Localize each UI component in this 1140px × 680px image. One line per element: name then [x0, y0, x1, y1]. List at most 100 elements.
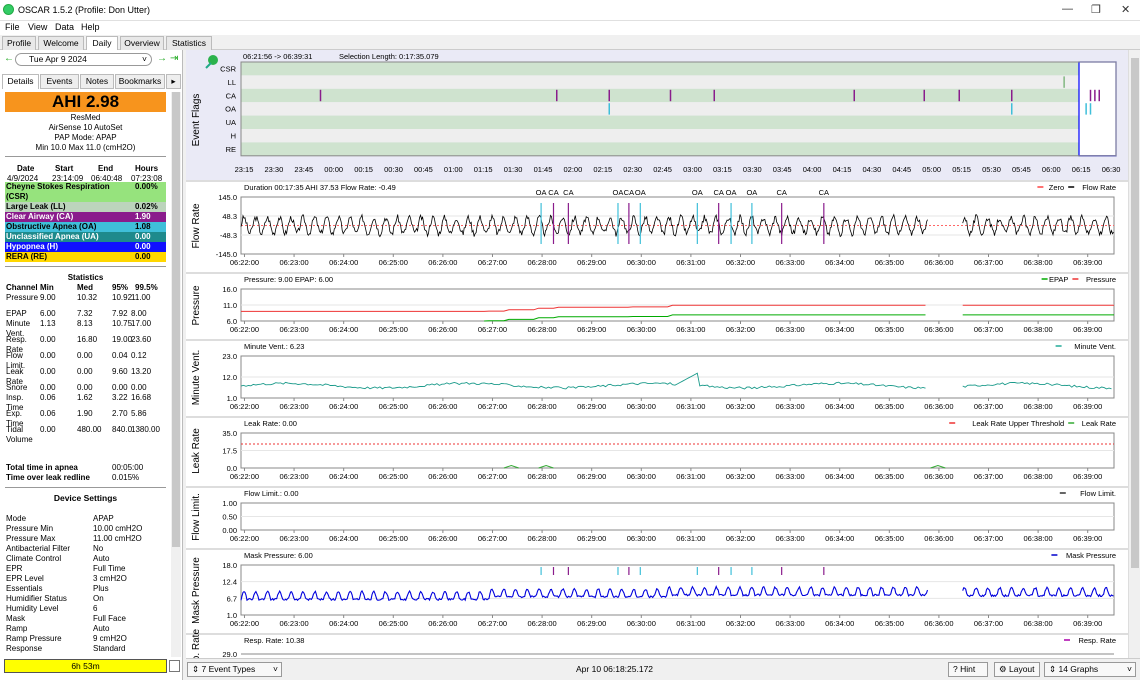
x-tick-label: 06:33:00	[775, 258, 804, 267]
date-bar: ← Tue Apr 9 2024 ˅ → ⇥	[0, 51, 183, 69]
index-row: Unclassified Apnea (UA) 0.00	[5, 232, 166, 242]
tab-statistics[interactable]: Statistics	[166, 36, 212, 50]
maximize-icon[interactable]: ❐	[1091, 3, 1101, 16]
flag-tick-label: 01:30	[504, 165, 523, 174]
legend-entry: Resp. Rate	[1078, 636, 1116, 645]
graph-ylabel: Pressure	[191, 285, 202, 325]
divider	[5, 156, 166, 157]
x-tick-label: 06:38:00	[1024, 402, 1053, 411]
x-tick-label: 06:29:00	[577, 534, 606, 543]
graph-info: Duration 00:17:35 AHI 37.53 Flow Rate: -…	[244, 183, 396, 192]
x-tick-label: 06:24:00	[329, 619, 358, 628]
y-tick-label: 12.4	[222, 578, 237, 587]
x-tick-label: 06:22:00	[230, 619, 259, 628]
layout-button[interactable]: ⚙ Layout	[994, 662, 1040, 677]
x-tick-label: 06:39:00	[1073, 534, 1102, 543]
flag-tick-label: 00:45	[414, 165, 433, 174]
x-tick-label: 06:29:00	[577, 402, 606, 411]
flag-tick-label: 01:45	[534, 165, 553, 174]
graph-info: Mask Pressure: 6.00	[244, 551, 313, 560]
last-day-icon[interactable]: ⇥	[170, 53, 178, 64]
leak-redline-row: Time over leak redline 0.015%	[6, 473, 140, 482]
main-tabs: Profile Welcome Daily Overview Statistic…	[0, 35, 1140, 50]
tab-bookmarks[interactable]: Bookmarks	[115, 74, 165, 89]
tab-daily[interactable]: Daily	[86, 36, 118, 50]
duration-bar: 6h 53m	[4, 659, 167, 673]
menu-data[interactable]: Data	[55, 22, 74, 32]
x-tick-label: 06:39:00	[1073, 472, 1102, 481]
pressure-range: Min 10.0 Max 11.0 (cmH2O)	[35, 143, 136, 152]
graph-area: Event Flags 06:21:56 -> 06:39:31 Selection…	[186, 50, 1140, 658]
ca-flag-mark	[319, 89, 322, 102]
graphs-dropdown[interactable]: ⇕ 14 Graphs ˅	[1044, 662, 1136, 677]
graph-info: Resp. Rate: 10.38	[244, 636, 304, 645]
x-tick-label: 06:32:00	[726, 619, 755, 628]
ahi-badge: AHI 2.98	[5, 92, 166, 112]
x-tick-label: 06:30:00	[627, 619, 656, 628]
flag-row-label: UA	[226, 118, 236, 127]
menu-bar: File View Data Help	[0, 21, 1140, 35]
tab-profile[interactable]: Profile	[2, 36, 36, 50]
x-tick-label: 06:34:00	[825, 402, 854, 411]
x-tick-label: 06:39:00	[1073, 619, 1102, 628]
graph-info: Leak Rate: 0.00	[244, 419, 297, 428]
x-tick-label: 06:26:00	[428, 619, 457, 628]
flag-tick-label: 04:15	[833, 165, 852, 174]
duration-toggle[interactable]	[169, 660, 180, 672]
index-row: Cheyne Stokes Respiration (CSR) 0.00%	[5, 182, 166, 202]
x-tick-label: 06:31:00	[676, 472, 705, 481]
date-picker[interactable]: Tue Apr 9 2024 ˅	[15, 53, 152, 66]
hint-button[interactable]: ? Hint	[948, 662, 988, 677]
y-tick-label: 145.0	[218, 193, 237, 202]
minimize-icon[interactable]: —	[1062, 3, 1073, 15]
next-day-icon[interactable]: →	[157, 53, 167, 64]
menu-view[interactable]: View	[28, 22, 47, 32]
x-tick-label: 06:30:00	[627, 534, 656, 543]
flag-tick-label: 00:15	[354, 165, 373, 174]
x-tick-label: 06:33:00	[775, 534, 804, 543]
y-tick-label: 35.0	[222, 429, 237, 438]
flag-tick-label: 23:45	[294, 165, 313, 174]
x-tick-label: 06:30:00	[627, 258, 656, 267]
x-tick-label: 06:31:00	[676, 619, 705, 628]
tab-details[interactable]: Details	[2, 74, 39, 89]
hint-label: Hint	[960, 664, 976, 674]
tab-events[interactable]: Events	[40, 74, 79, 89]
x-tick-label: 06:37:00	[974, 325, 1003, 334]
x-tick-label: 06:38:00	[1024, 534, 1053, 543]
event-types-dropdown[interactable]: ⇕ 7 Event Types ˅	[187, 662, 282, 677]
flag-row-label: CSR	[220, 65, 236, 74]
flow-event-label: CA	[713, 188, 723, 197]
flags-ylabel: Event Flags	[191, 94, 202, 147]
graph-ylabel: Resp. Rate	[191, 629, 202, 658]
close-icon[interactable]: ✕	[1121, 3, 1130, 16]
tab-welcome[interactable]: Welcome	[38, 36, 84, 50]
menu-help[interactable]: Help	[81, 22, 100, 32]
graphs-svg[interactable]: Event Flags 06:21:56 -> 06:39:31 Selection…	[186, 50, 1140, 658]
left-scrollbar-thumb[interactable]	[172, 92, 180, 547]
graph-ylabel: Mask Pressure	[191, 557, 202, 624]
menu-file[interactable]: File	[5, 22, 20, 32]
oa-flag-mark	[1089, 103, 1092, 115]
x-tick-label: 06:22:00	[230, 534, 259, 543]
prev-day-icon[interactable]: ←	[4, 53, 14, 64]
x-tick-label: 06:35:00	[875, 402, 904, 411]
x-tick-label: 06:33:00	[775, 402, 804, 411]
x-tick-label: 06:35:00	[875, 258, 904, 267]
apnea-time-row: Total time in apnea 00:05:00	[6, 463, 144, 472]
graph-scrollbar-thumb[interactable]	[1131, 58, 1139, 568]
tab-notes[interactable]: Notes	[80, 74, 114, 89]
tab-scroll-right-icon[interactable]: ▸	[166, 74, 181, 89]
graphs-label: 14 Graphs	[1058, 664, 1099, 674]
graph-scrollbar[interactable]	[1128, 50, 1140, 658]
graph-info: Pressure: 9.00 EPAP: 6.00	[244, 275, 333, 284]
x-tick-label: 06:26:00	[428, 258, 457, 267]
x-tick-label: 06:30:00	[627, 472, 656, 481]
tab-overview[interactable]: Overview	[120, 36, 164, 50]
x-tick-label: 06:33:00	[775, 619, 804, 628]
x-tick-label: 06:35:00	[875, 325, 904, 334]
legend-entry: Flow Limit.	[1080, 489, 1116, 498]
chevron-down-icon: ˅	[142, 54, 147, 64]
index-row: Clear Airway (CA) 1.90	[5, 212, 166, 222]
flag-tick-label: 06:00	[1042, 165, 1061, 174]
